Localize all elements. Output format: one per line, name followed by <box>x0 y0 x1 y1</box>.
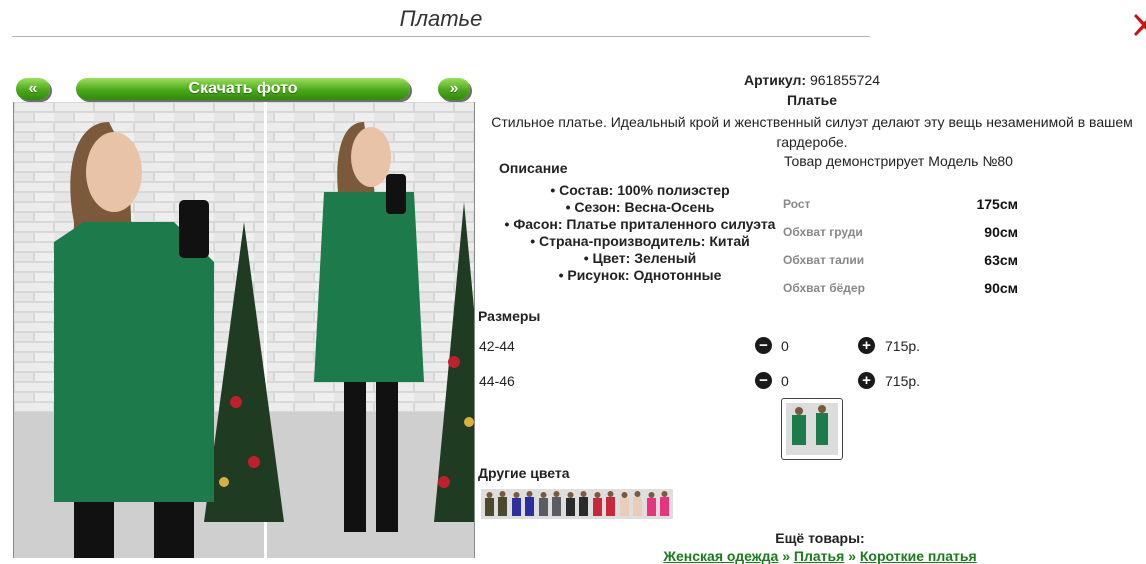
color-variant-thumb[interactable] <box>562 489 592 519</box>
size-name: 44-46 <box>479 373 515 389</box>
breadcrumb-link[interactable]: Женская одежда <box>663 548 778 564</box>
measure-label: Обхват талии <box>783 253 865 267</box>
sizes-title: Размеры <box>478 308 541 324</box>
color-variant-thumb[interactable] <box>535 489 565 519</box>
quantity-value: 0 <box>781 338 789 354</box>
download-photo-button[interactable]: Скачать фото <box>76 78 410 100</box>
close-icon[interactable] <box>1132 8 1146 42</box>
model-note: Товар демонстрирует Модель №80 <box>784 153 1013 169</box>
prev-photo-button[interactable]: « <box>16 78 50 100</box>
color-variant-thumb[interactable] <box>643 489 673 519</box>
color-variant-thumb[interactable] <box>616 489 646 519</box>
more-products-title: Ещё товары: <box>775 530 865 546</box>
feature-item: Состав: 100% полиэстер <box>486 182 794 199</box>
other-colors-title: Другие цвета <box>478 465 570 481</box>
measure-label: Обхват бёдер <box>783 281 865 295</box>
feature-list: Состав: 100% полиэстер Сезон: Весна-Осен… <box>486 182 794 284</box>
breadcrumb-separator: » <box>782 548 791 564</box>
color-variant-thumb[interactable] <box>508 489 538 519</box>
feature-item: Сезон: Весна-Осень <box>486 199 794 216</box>
color-variant-thumb[interactable] <box>481 489 511 519</box>
plus-button[interactable]: + <box>858 337 875 354</box>
quantity-value: 0 <box>781 373 789 389</box>
product-description: Стильное платье. Идеальный крой и женств… <box>491 114 1133 150</box>
sku-label: Артикул: <box>743 72 807 88</box>
plus-button[interactable]: + <box>858 372 875 389</box>
details-title: Описание <box>499 160 568 176</box>
breadcrumb-link[interactable]: Короткие платья <box>860 548 977 564</box>
breadcrumb-link[interactable]: Платья <box>794 548 844 564</box>
product-photo[interactable] <box>13 102 475 558</box>
feature-item: Страна-производитель: Китай <box>486 233 794 250</box>
color-variant-thumb[interactable] <box>589 489 619 519</box>
measure-value: 63см <box>984 252 1018 268</box>
size-price: 715р. <box>885 338 921 354</box>
measure-value: 90см <box>984 280 1018 296</box>
feature-item: Фасон: Платье приталенного силуэта <box>486 216 794 233</box>
measure-value: 90см <box>984 224 1018 240</box>
measure-label: Рост <box>783 197 811 211</box>
page-title: Платье <box>399 6 483 31</box>
product-name: Платье <box>787 92 837 108</box>
photo-thumbnail[interactable] <box>781 398 843 460</box>
breadcrumb: Женская одежда » Платья » Короткие плать… <box>478 548 1146 564</box>
feature-item: Цвет: Зеленый <box>486 250 794 267</box>
measure-label: Обхват груди <box>783 225 863 239</box>
sku-value: 961855724 <box>809 72 881 88</box>
size-price: 715р. <box>885 373 921 389</box>
minus-button[interactable]: − <box>755 372 772 389</box>
breadcrumb-separator: » <box>848 548 856 564</box>
next-photo-button[interactable]: » <box>438 78 470 100</box>
feature-item: Рисунок: Однотонные <box>486 267 794 284</box>
minus-button[interactable]: − <box>755 337 772 354</box>
title-divider <box>12 36 870 37</box>
size-name: 42-44 <box>479 338 515 354</box>
measure-value: 175см <box>976 196 1018 212</box>
